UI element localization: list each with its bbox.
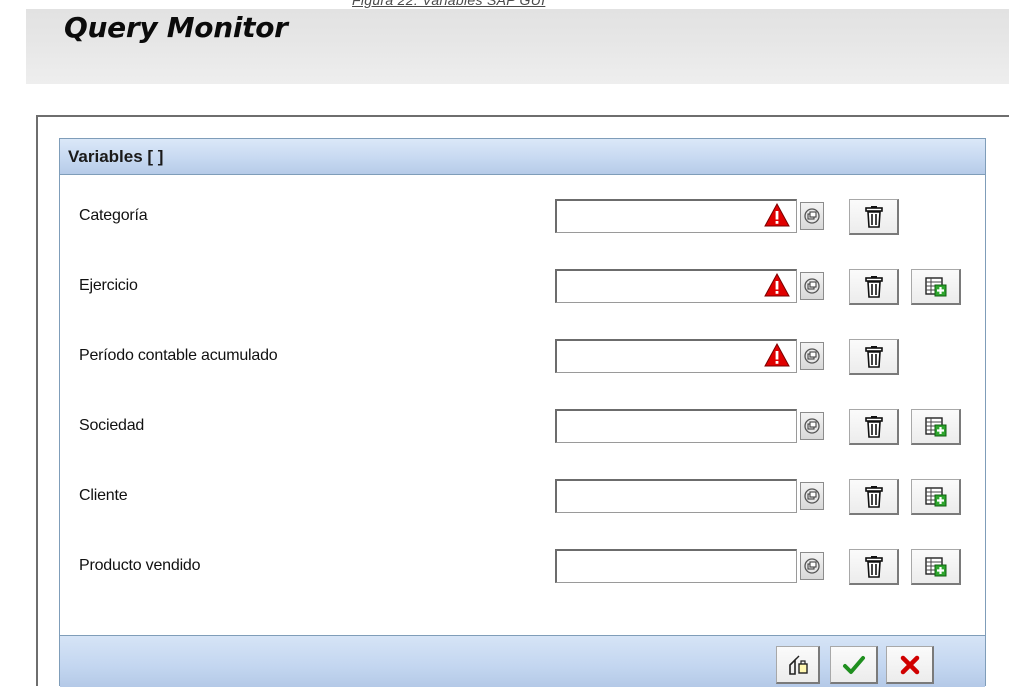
multiple-selection-icon: [804, 488, 820, 504]
variable-row: Sociedad: [60, 407, 985, 447]
variable-value-input[interactable]: [555, 549, 797, 583]
warning-icon: [764, 343, 790, 367]
variable-label: Categoría: [79, 207, 148, 224]
multiple-selection-icon: [804, 348, 820, 364]
multiple-selection-icon: [804, 558, 820, 574]
variable-label: Cliente: [79, 487, 128, 504]
variable-value-input[interactable]: [555, 199, 797, 233]
variable-value-input[interactable]: [555, 339, 797, 373]
execute-button[interactable]: [830, 646, 878, 684]
multiple-selection-icon: [804, 208, 820, 224]
add-row-button[interactable]: [911, 269, 961, 305]
title-bar: Query Monitor: [26, 9, 1009, 84]
trash-icon: [864, 205, 883, 228]
trash-icon: [864, 275, 883, 298]
variable-row: Categoría: [60, 197, 985, 237]
trash-icon: [864, 415, 883, 438]
variable-value-input[interactable]: [555, 269, 797, 303]
variable-row: Producto vendido: [60, 547, 985, 587]
dialog-footer: [60, 635, 985, 687]
warning-icon: [764, 203, 790, 227]
multiple-selection-icon: [804, 418, 820, 434]
add-row-icon: [924, 416, 946, 436]
multiple-selection-button[interactable]: [800, 272, 824, 300]
delete-button[interactable]: [849, 339, 899, 375]
variable-row: Ejercicio: [60, 267, 985, 307]
variable-row: Cliente: [60, 477, 985, 517]
add-row-icon: [924, 276, 946, 296]
delete-button[interactable]: [849, 409, 899, 445]
figure-caption: Figura 22: Variables SAP GUI: [352, 0, 546, 8]
multiple-selection-icon: [804, 278, 820, 294]
multiple-selection-button[interactable]: [800, 552, 824, 580]
add-row-icon: [924, 556, 946, 576]
add-row-icon: [924, 486, 946, 506]
multiple-selection-button[interactable]: [800, 412, 824, 440]
multiple-selection-button[interactable]: [800, 202, 824, 230]
variable-label: Producto vendido: [79, 557, 201, 574]
save-variant-button[interactable]: [776, 646, 820, 684]
save-variant-icon: [788, 655, 808, 675]
multiple-selection-button[interactable]: [800, 342, 824, 370]
warning-icon: [764, 273, 790, 297]
delete-button[interactable]: [849, 549, 899, 585]
variable-label: Sociedad: [79, 417, 145, 434]
delete-button[interactable]: [849, 269, 899, 305]
add-row-button[interactable]: [911, 549, 961, 585]
multiple-selection-button[interactable]: [800, 482, 824, 510]
trash-icon: [864, 345, 883, 368]
variable-label: Ejercicio: [79, 277, 138, 294]
cancel-button[interactable]: [886, 646, 934, 684]
checkmark-icon: [842, 655, 865, 674]
delete-button[interactable]: [849, 479, 899, 515]
delete-button[interactable]: [849, 199, 899, 235]
variables-dialog: Variables [ ] Categoría Ejercicio Períod…: [59, 138, 986, 687]
variable-label: Período contable acumulado: [79, 347, 278, 364]
add-row-button[interactable]: [911, 409, 961, 445]
add-row-button[interactable]: [911, 479, 961, 515]
trash-icon: [864, 485, 883, 508]
app-title: Query Monitor: [64, 11, 288, 44]
variable-row: Período contable acumulado: [60, 337, 985, 377]
trash-icon: [864, 555, 883, 578]
variable-value-input[interactable]: [555, 409, 797, 443]
variable-value-input[interactable]: [555, 479, 797, 513]
dialog-title: Variables [ ]: [60, 139, 985, 175]
cancel-icon: [900, 655, 919, 674]
